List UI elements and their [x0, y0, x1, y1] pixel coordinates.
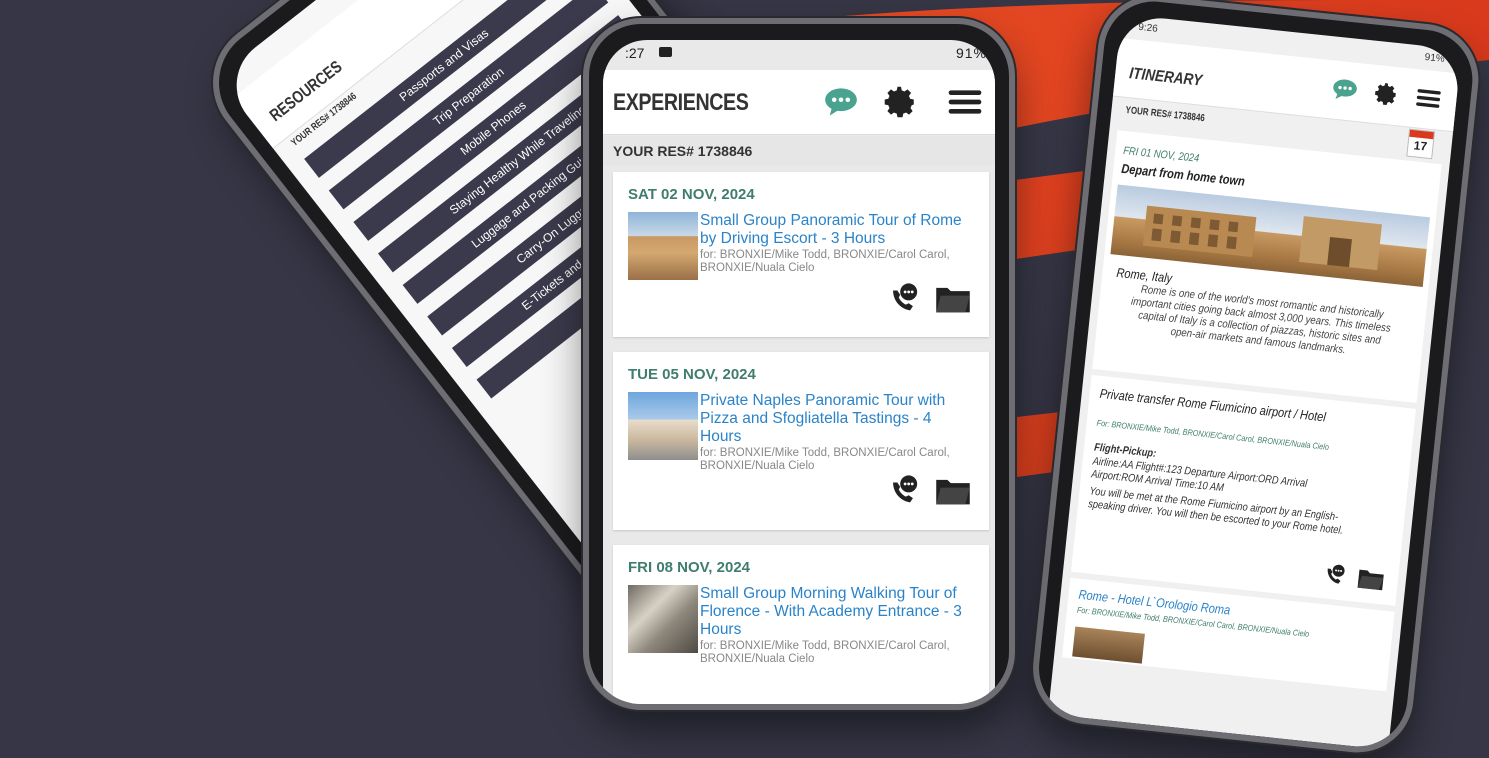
notification-icon	[659, 47, 672, 57]
hotel-photo	[1072, 626, 1145, 664]
experience-travelers: for: BRONXIE/Mike Todd, BRONXIE/Carol Ca…	[700, 249, 950, 274]
page-title: EXPERIENCES	[613, 89, 749, 116]
experience-title-link[interactable]: Small Group Morning Walking Tour of Flor…	[700, 585, 973, 639]
status-bar: :27 91%	[603, 40, 995, 66]
folder-icon[interactable]	[1355, 564, 1388, 595]
experience-title-link[interactable]: Small Group Panoramic Tour of Rome by Dr…	[700, 212, 973, 248]
gear-icon[interactable]	[881, 84, 921, 120]
chat-bubble-icon[interactable]	[1330, 74, 1361, 105]
itinerary-day-card: FRI 01 NOV, 2024 Depart from home town R…	[1092, 130, 1442, 403]
experience-travelers: for: BRONXIE/Mike Todd, BRONXIE/Carol Ca…	[700, 640, 950, 665]
experience-travelers: for: BRONXIE/Mike Todd, BRONXIE/Carol Ca…	[700, 447, 950, 472]
itinerary-transfer-card: Private transfer Rome Fiumicino airport …	[1071, 374, 1416, 606]
experience-date: FRI 08 NOV, 2024	[628, 559, 751, 576]
experience-card: FRI 08 NOV, 2024 Small Group Morning Wal…	[613, 545, 989, 704]
experiences-screen: :27 91% EXPERIENCES YOUR RES# 1738846 SA…	[603, 40, 995, 704]
reservation-number: YOUR RES# 1738846	[1124, 104, 1206, 125]
folder-icon[interactable]	[931, 472, 975, 510]
status-battery: 91%	[1424, 51, 1446, 65]
experience-card: SAT 02 NOV, 2024 Small Group Panoramic T…	[613, 172, 989, 337]
calendar-icon[interactable]: 17	[1406, 128, 1436, 160]
phone-chat-icon[interactable]	[883, 280, 923, 318]
calendar-day: 17	[1413, 138, 1428, 154]
naples-photo	[628, 392, 698, 460]
folder-icon[interactable]	[931, 280, 975, 318]
experiences-header: EXPERIENCES	[603, 70, 995, 135]
rome-photo	[628, 212, 698, 280]
hamburger-menu-icon[interactable]	[945, 84, 985, 120]
gear-icon[interactable]	[1371, 79, 1402, 110]
reservation-number: YOUR RES# 1738846	[603, 136, 995, 166]
page-title: ITINERARY	[1128, 65, 1203, 90]
hamburger-menu-icon[interactable]	[1413, 83, 1444, 114]
phone-itinerary: 9:26 91% ITINERARY YOUR RES# 1738846 17 …	[1027, 0, 1484, 758]
chat-bubble-icon[interactable]	[821, 84, 861, 120]
experience-date: SAT 02 NOV, 2024	[628, 186, 755, 203]
status-time: 9:26	[1137, 21, 1159, 35]
experience-date: TUE 05 NOV, 2024	[628, 366, 756, 383]
day-city: Rome, Italy	[1115, 264, 1173, 286]
phone-chat-icon[interactable]	[1319, 560, 1350, 591]
phone-chat-icon[interactable]	[883, 472, 923, 510]
itinerary-screen: 9:26 91% ITINERARY YOUR RES# 1738846 17 …	[1048, 13, 1462, 750]
status-battery: 91%	[955, 45, 987, 61]
day-description: Rome is one of the world's most romantic…	[1130, 283, 1392, 357]
day-heading: Depart from home town	[1120, 160, 1246, 189]
status-time: :27	[625, 45, 645, 61]
experience-title-link[interactable]: Private Naples Panoramic Tour with Pizza…	[700, 392, 973, 446]
experience-card: TUE 05 NOV, 2024 Private Naples Panorami…	[613, 352, 989, 530]
phone-experiences: :27 91% EXPERIENCES YOUR RES# 1738846 SA…	[583, 18, 1015, 710]
